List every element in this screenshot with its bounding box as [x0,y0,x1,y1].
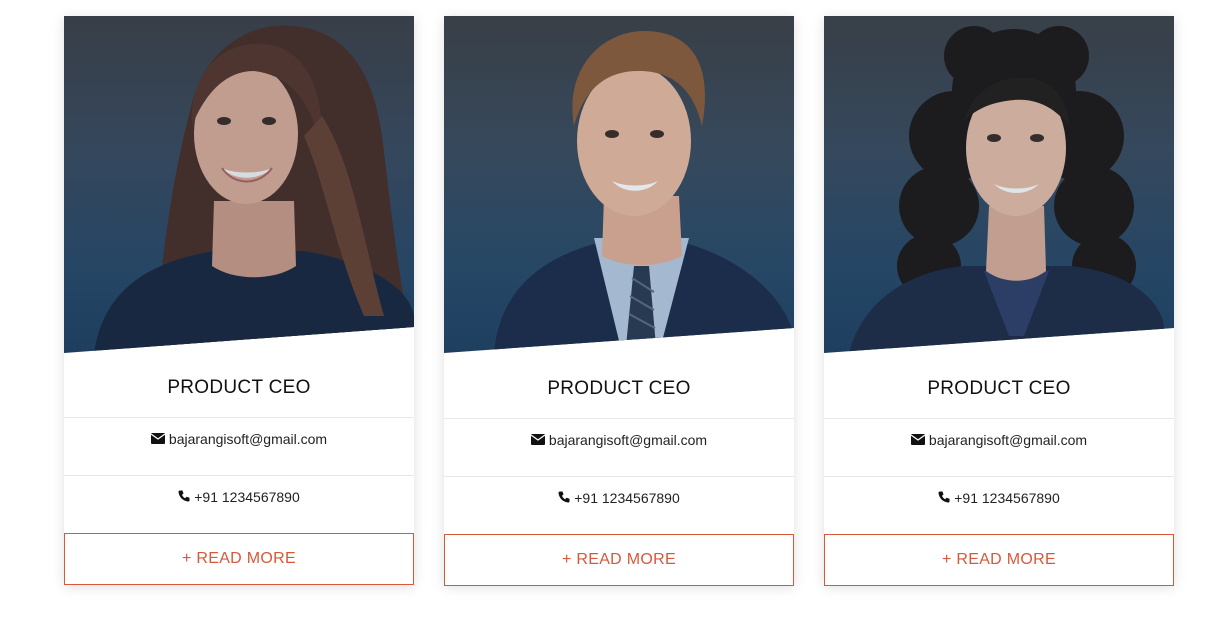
phone-icon [558,490,570,506]
member-phone[interactable]: +91 1234567890 [574,490,680,506]
team-card: PRODUCT CEO bajarangisoft@gmail.com +91 … [824,16,1174,586]
member-photo [444,16,794,353]
phone-row: +91 1234567890 [824,476,1174,535]
member-role: PRODUCT CEO [927,378,1071,399]
member-photo [64,16,414,353]
read-more-button[interactable]: + READ MORE [444,534,794,586]
envelope-icon [910,432,926,448]
woman-portrait-image [64,16,414,353]
man-portrait-image [444,16,794,353]
phone-row: +91 1234567890 [444,476,794,535]
member-phone[interactable]: +91 1234567890 [954,490,1060,506]
phone-icon [938,490,950,506]
woman-curly-portrait-image [824,16,1174,353]
read-more-button[interactable]: + READ MORE [64,533,414,585]
phone-icon [178,489,190,505]
team-card: PRODUCT CEO bajarangisoft@gmail.com +91 … [64,16,414,585]
member-phone[interactable]: +91 1234567890 [194,489,300,505]
member-photo [824,16,1174,353]
member-role: PRODUCT CEO [547,378,691,399]
email-row: bajarangisoft@gmail.com [444,418,794,477]
email-row: bajarangisoft@gmail.com [824,418,1174,477]
envelope-icon [530,432,546,448]
member-email[interactable]: bajarangisoft@gmail.com [929,432,1087,448]
read-more-button[interactable]: + READ MORE [824,534,1174,586]
member-email[interactable]: bajarangisoft@gmail.com [549,432,707,448]
member-role: PRODUCT CEO [167,377,311,398]
envelope-icon [150,431,166,447]
team-card: PRODUCT CEO bajarangisoft@gmail.com +91 … [444,16,794,586]
email-row: bajarangisoft@gmail.com [64,417,414,476]
member-email[interactable]: bajarangisoft@gmail.com [169,431,327,447]
team-section: PRODUCT CEO bajarangisoft@gmail.com +91 … [0,0,1218,621]
phone-row: +91 1234567890 [64,475,414,534]
